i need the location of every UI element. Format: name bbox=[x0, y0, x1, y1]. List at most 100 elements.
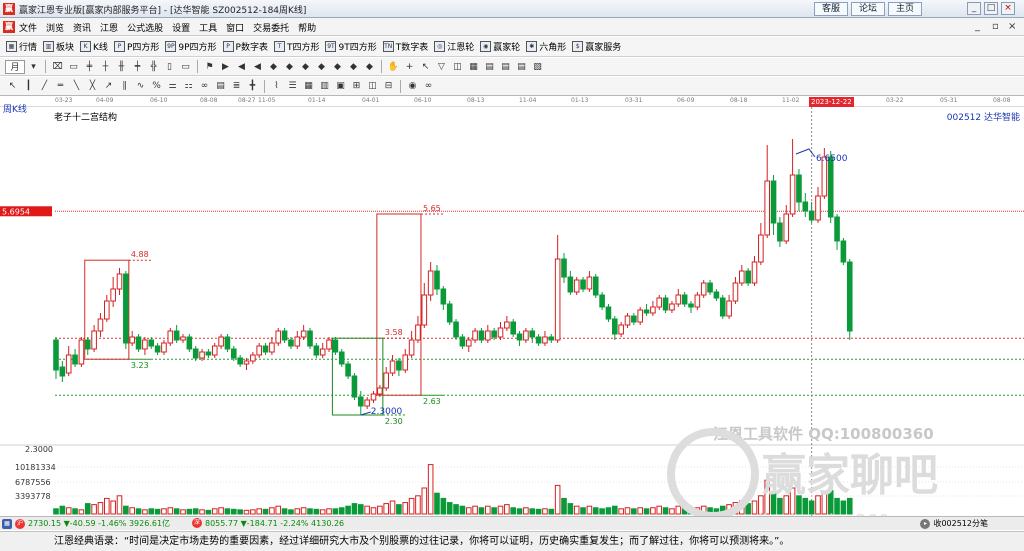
analysis-tool-icon[interactable]: ▥ bbox=[317, 79, 332, 93]
toolbar-button-sector[interactable]: ▥ 板块 bbox=[43, 40, 74, 53]
draw-tool-icon[interactable]: ▧ bbox=[530, 60, 545, 74]
draw-tool-icon[interactable]: ▤ bbox=[482, 60, 497, 74]
draw-tool-icon[interactable]: ▭ bbox=[178, 60, 193, 74]
menu-trade[interactable]: 交易委托 bbox=[253, 21, 289, 34]
analysis-tool-icon[interactable]: ▤ bbox=[213, 79, 228, 93]
draw-tool-icon[interactable]: ▶ bbox=[218, 60, 233, 74]
tick-icon[interactable]: ▸ bbox=[920, 518, 931, 529]
volume-bar bbox=[751, 500, 758, 515]
draw-tool-icon[interactable]: ╪ bbox=[82, 60, 97, 74]
volume-bar bbox=[192, 508, 199, 515]
draw-tool-icon[interactable]: + bbox=[402, 60, 417, 74]
close-button[interactable]: × bbox=[1001, 2, 1015, 15]
draw-tool-icon[interactable]: ▽ bbox=[434, 60, 449, 74]
volume-bar bbox=[485, 505, 491, 515]
volume-bar bbox=[491, 507, 497, 515]
draw-tool-icon[interactable]: ◆ bbox=[362, 60, 377, 74]
analysis-tool-icon[interactable]: ╋ bbox=[245, 79, 260, 93]
toolbar-button-service[interactable]: $ 赢家服务 bbox=[572, 40, 621, 53]
draw-tool-icon[interactable]: ▤ bbox=[514, 60, 529, 74]
forum-button[interactable]: 论坛 bbox=[851, 2, 885, 16]
draw-tool-icon[interactable]: ↖ bbox=[418, 60, 433, 74]
menu-file[interactable]: 文件 bbox=[19, 21, 37, 34]
draw-tool-icon[interactable]: ▤ bbox=[498, 60, 513, 74]
analysis-tool-icon[interactable]: ☰ bbox=[285, 79, 300, 93]
analysis-tool-icon[interactable]: ▦ bbox=[301, 79, 316, 93]
draw-tool-icon[interactable]: ◆ bbox=[330, 60, 345, 74]
minimize-button[interactable]: _ bbox=[967, 2, 981, 15]
grid-icon[interactable]: ▦ bbox=[2, 518, 12, 529]
draw-tool-icon[interactable]: ◆ bbox=[282, 60, 297, 74]
analysis-tool-icon[interactable]: ⚏ bbox=[181, 79, 196, 93]
menu-formula[interactable]: 公式选股 bbox=[127, 21, 163, 34]
period-dropdown-icon[interactable]: ▾ bbox=[26, 60, 41, 74]
draw-tool-icon[interactable]: ▯ bbox=[162, 60, 177, 74]
draw-tool-icon[interactable]: ◆ bbox=[314, 60, 329, 74]
analysis-tool-icon[interactable]: ◉ bbox=[405, 79, 420, 93]
analysis-tool-icon[interactable]: ┃ bbox=[21, 79, 36, 93]
maximize-button[interactable]: □ bbox=[984, 2, 998, 15]
analysis-tool-icon[interactable]: ∿ bbox=[133, 79, 148, 93]
menu-gann[interactable]: 江恩 bbox=[100, 21, 118, 34]
analysis-tool-icon[interactable]: ↖ bbox=[5, 79, 20, 93]
draw-tool-icon[interactable]: ┼ bbox=[98, 60, 113, 74]
analysis-tool-icon[interactable]: ╱ bbox=[37, 79, 52, 93]
analysis-tool-icon[interactable]: ⌇ bbox=[269, 79, 284, 93]
support-button[interactable]: 客服 bbox=[814, 2, 848, 16]
menu-browse[interactable]: 浏览 bbox=[46, 21, 64, 34]
draw-tool-icon[interactable]: ◫ bbox=[450, 60, 465, 74]
child-close-button[interactable]: × bbox=[1008, 21, 1016, 32]
toolbar-button-p-table[interactable]: P P数字表 bbox=[222, 40, 268, 53]
draw-tool-icon[interactable]: ┿ bbox=[130, 60, 145, 74]
toolbar-button-kline[interactable]: K K线 bbox=[80, 40, 108, 53]
analysis-tool-icon[interactable]: ╳ bbox=[85, 79, 100, 93]
menu-tools[interactable]: 工具 bbox=[199, 21, 217, 34]
t-table-icon: TN bbox=[382, 41, 394, 52]
draw-tool-icon[interactable]: ▦ bbox=[466, 60, 481, 74]
kline-chart[interactable]: 5.6954 4.88 3.23 3.58 2.30 5.65 2.63 6.6500 2.30… bbox=[0, 107, 1024, 516]
child-restore-button[interactable]: ▫ bbox=[992, 21, 999, 32]
draw-tool-icon[interactable]: ▭ bbox=[66, 60, 81, 74]
analysis-tool-icon[interactable]: ⊞ bbox=[349, 79, 364, 93]
draw-tool-icon[interactable]: ⚑ bbox=[202, 60, 217, 74]
draw-tool-icon[interactable]: ◆ bbox=[266, 60, 281, 74]
menu-help[interactable]: 帮助 bbox=[298, 21, 316, 34]
draw-tool-icon[interactable]: ◀ bbox=[234, 60, 249, 74]
menu-info[interactable]: 资讯 bbox=[73, 21, 91, 34]
analysis-tool-icon[interactable]: ↗ bbox=[101, 79, 116, 93]
analysis-tool-icon[interactable]: ▣ bbox=[333, 79, 348, 93]
analysis-tool-icon[interactable]: % bbox=[149, 79, 164, 93]
analysis-tool-icon[interactable]: ∞ bbox=[421, 79, 436, 93]
toolbar-button-9t-square[interactable]: 9T 9T四方形 bbox=[325, 40, 377, 53]
analysis-tool-icon[interactable]: ╲ bbox=[69, 79, 84, 93]
menu-window[interactable]: 窗口 bbox=[226, 21, 244, 34]
draw-tool-icon[interactable]: ╫ bbox=[114, 60, 129, 74]
analysis-tool-icon[interactable]: ≣ bbox=[229, 79, 244, 93]
draw-tool-icon[interactable]: ⌧ bbox=[50, 60, 65, 74]
draw-tool-icon[interactable]: ◆ bbox=[298, 60, 313, 74]
draw-tool-icon[interactable]: ◆ bbox=[346, 60, 361, 74]
tick-status[interactable]: 收002512分笔 bbox=[933, 518, 988, 529]
analysis-tool-icon[interactable]: ⚌ bbox=[165, 79, 180, 93]
toolbar-button-t-table[interactable]: TN T数字表 bbox=[382, 40, 428, 53]
toolbar-button-9p-square[interactable]: 9P 9P四方形 bbox=[165, 40, 217, 53]
toolbar-button-gann-wheel[interactable]: ◎ 江恩轮 bbox=[434, 40, 474, 53]
toolbar-button-p-square[interactable]: P P四方形 bbox=[113, 40, 159, 53]
analysis-tool-icon[interactable]: ∞ bbox=[197, 79, 212, 93]
draw-tool-icon[interactable]: ◀ bbox=[250, 60, 265, 74]
toolbar-button-quote[interactable]: ▦ 行情 bbox=[6, 40, 37, 53]
draw-tool-icon[interactable]: ✋ bbox=[386, 60, 401, 74]
toolbar-button-winner-wheel[interactable]: ◉ 赢家轮 bbox=[480, 40, 520, 53]
menu-settings[interactable]: 设置 bbox=[172, 21, 190, 34]
toolbar-button-hexagon[interactable]: ✱ 六角形 bbox=[526, 40, 566, 53]
period-select[interactable]: 月 bbox=[5, 59, 25, 74]
child-minimize-button[interactable]: _ bbox=[975, 21, 980, 32]
draw-tool-icon[interactable]: ╬ bbox=[146, 60, 161, 74]
home-button[interactable]: 主页 bbox=[888, 2, 922, 16]
analysis-tool-icon[interactable]: ◫ bbox=[365, 79, 380, 93]
analysis-tool-icon[interactable]: ∥ bbox=[117, 79, 132, 93]
toolbar-button-t-square[interactable]: T T四方形 bbox=[273, 40, 319, 53]
analysis-tool-icon[interactable]: ═ bbox=[53, 79, 68, 93]
candle-body bbox=[275, 330, 282, 344]
analysis-tool-icon[interactable]: ⊟ bbox=[381, 79, 396, 93]
